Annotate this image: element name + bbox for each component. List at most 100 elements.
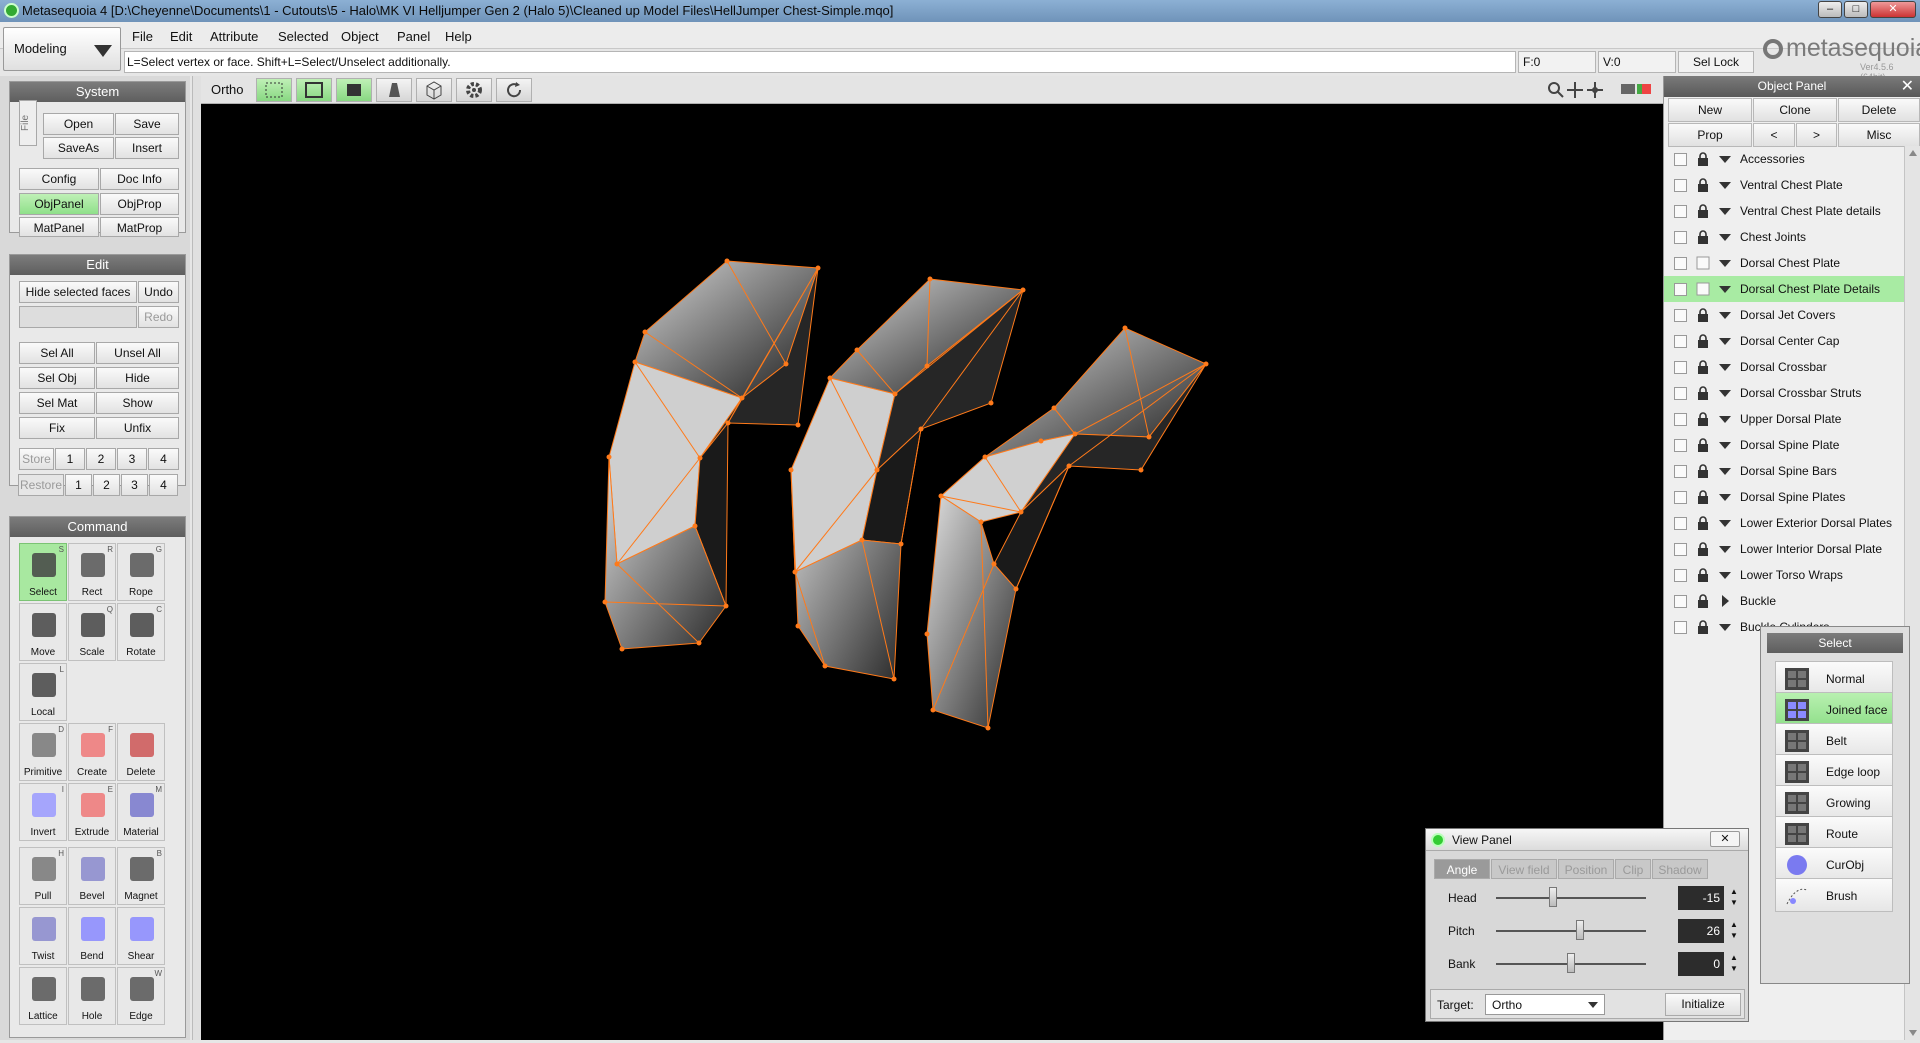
- bank-slider-thumb[interactable]: [1567, 953, 1575, 973]
- matpanel-button[interactable]: MatPanel: [19, 217, 99, 237]
- minimize-button[interactable]: –: [1818, 1, 1842, 18]
- lock-icon[interactable]: [1695, 619, 1711, 635]
- visibility-checkbox[interactable]: [1674, 205, 1687, 218]
- menu-edit[interactable]: Edit: [170, 29, 192, 44]
- restore-3-button[interactable]: 3: [121, 474, 148, 496]
- vertex-mode-button[interactable]: [256, 78, 292, 102]
- scroll-up-icon[interactable]: [1909, 150, 1917, 156]
- show-button[interactable]: Show: [96, 392, 179, 414]
- tool-shear-button[interactable]: Shear: [117, 907, 165, 965]
- sel-all-button[interactable]: Sel All: [19, 342, 95, 364]
- chevron-down-icon[interactable]: [1719, 312, 1731, 319]
- tool-move-button[interactable]: Move: [19, 603, 67, 661]
- lock-icon[interactable]: [1695, 229, 1711, 245]
- select-mode-growing-button[interactable]: Growing: [1775, 785, 1893, 819]
- mode-select[interactable]: Modeling: [3, 27, 121, 71]
- visibility-checkbox[interactable]: [1674, 413, 1687, 426]
- hide-selected-faces-button[interactable]: Hide selected faces: [19, 281, 137, 303]
- maximize-button[interactable]: □: [1844, 1, 1868, 18]
- visibility-checkbox[interactable]: [1674, 569, 1687, 582]
- store-4-button[interactable]: 4: [148, 448, 179, 470]
- tool-hole-button[interactable]: Hole: [68, 967, 116, 1025]
- delete-object-button[interactable]: Delete: [1838, 98, 1920, 122]
- chevron-down-icon[interactable]: [1719, 468, 1731, 475]
- lock-icon[interactable]: [1695, 307, 1711, 323]
- chevron-down-icon[interactable]: [1719, 442, 1731, 449]
- tool-select-button[interactable]: Select S: [19, 543, 67, 601]
- visibility-checkbox[interactable]: [1674, 231, 1687, 244]
- spinner-arrows-icon[interactable]: ▲ ▼: [1728, 919, 1740, 943]
- select-mode-route-button[interactable]: Route: [1775, 816, 1893, 850]
- select-mode-joined-face-button[interactable]: Joined face: [1775, 692, 1893, 726]
- restore-4-button[interactable]: 4: [149, 474, 178, 496]
- scroll-down-icon[interactable]: [1909, 1030, 1917, 1036]
- chevron-down-icon[interactable]: [1719, 208, 1731, 215]
- visibility-checkbox[interactable]: [1674, 621, 1687, 634]
- lock-icon[interactable]: [1695, 151, 1711, 167]
- tool-twist-button[interactable]: Twist: [19, 907, 67, 965]
- menu-panel[interactable]: Panel: [397, 29, 430, 44]
- lock-icon[interactable]: [1695, 567, 1711, 583]
- chevron-down-icon[interactable]: [1719, 234, 1731, 241]
- misc-button[interactable]: Misc: [1838, 123, 1920, 147]
- projection-label[interactable]: Ortho: [211, 82, 244, 97]
- object-row[interactable]: Lower Exterior Dorsal Plates: [1664, 510, 1907, 536]
- tool-pull-button[interactable]: Pull H: [19, 847, 67, 905]
- tool-magnet-button[interactable]: Magnet B: [117, 847, 165, 905]
- tool-material-button[interactable]: Material M: [117, 783, 165, 841]
- chevron-down-icon[interactable]: [1719, 416, 1731, 423]
- tool-invert-button[interactable]: Invert I: [19, 783, 67, 841]
- tool-extrude-button[interactable]: Extrude E: [68, 783, 116, 841]
- left-panel-scrollbar[interactable]: [192, 76, 201, 1040]
- objpanel-button[interactable]: ObjPanel: [19, 193, 99, 215]
- chevron-down-icon[interactable]: [1719, 572, 1731, 579]
- tab-view-field[interactable]: View field: [1491, 859, 1557, 879]
- bank-value-field[interactable]: 0: [1678, 952, 1724, 976]
- chevron-down-icon[interactable]: [1719, 182, 1731, 189]
- doc-info-button[interactable]: Doc Info: [100, 168, 179, 190]
- object-row[interactable]: Dorsal Spine Plate: [1664, 432, 1907, 458]
- chevron-down-icon[interactable]: [1719, 520, 1731, 527]
- lock-icon[interactable]: [1695, 437, 1711, 453]
- store-1-button[interactable]: 1: [55, 448, 85, 470]
- tool-local-button[interactable]: Local L: [19, 663, 67, 721]
- head-slider-track[interactable]: [1496, 897, 1646, 899]
- chevron-down-icon[interactable]: [1719, 546, 1731, 553]
- sel-lock-button[interactable]: Sel Lock: [1678, 51, 1754, 73]
- lock-icon[interactable]: [1695, 385, 1711, 401]
- chevron-down-icon[interactable]: [1719, 156, 1731, 163]
- chevron-down-icon[interactable]: [1719, 494, 1731, 501]
- lock-icon[interactable]: [1695, 359, 1711, 375]
- chevron-down-icon[interactable]: [1719, 364, 1731, 371]
- tool-create-button[interactable]: Create F: [68, 723, 116, 781]
- tool-scale-button[interactable]: Scale Q: [68, 603, 116, 661]
- chevron-down-icon[interactable]: [1719, 260, 1731, 267]
- close-icon[interactable]: ✕: [1710, 831, 1740, 847]
- pitch-value-field[interactable]: 26: [1678, 919, 1724, 943]
- clone-object-button[interactable]: Clone: [1753, 98, 1837, 122]
- tool-lattice-button[interactable]: Lattice: [19, 967, 67, 1025]
- visibility-checkbox[interactable]: [1674, 257, 1687, 270]
- visibility-checkbox[interactable]: [1674, 595, 1687, 608]
- open-button[interactable]: Open: [43, 113, 114, 135]
- close-icon[interactable]: ✕: [1901, 76, 1914, 97]
- object-row[interactable]: Dorsal Spine Plates: [1664, 484, 1907, 510]
- tab-angle[interactable]: Angle: [1434, 859, 1490, 879]
- save-button[interactable]: Save: [115, 113, 179, 135]
- wireframe-button[interactable]: [416, 78, 452, 102]
- tool-rope-button[interactable]: Rope G: [117, 543, 165, 601]
- restore-1-button[interactable]: 1: [65, 474, 92, 496]
- visibility-checkbox[interactable]: [1674, 283, 1687, 296]
- lock-icon[interactable]: [1695, 515, 1711, 531]
- select-mode-edge-loop-button[interactable]: Edge loop: [1775, 754, 1893, 788]
- unlock-icon[interactable]: [1695, 281, 1711, 297]
- saveas-button[interactable]: SaveAs: [43, 137, 114, 159]
- visibility-checkbox[interactable]: [1674, 309, 1687, 322]
- move-down-button[interactable]: >: [1796, 123, 1837, 147]
- menu-attribute[interactable]: Attribute: [210, 29, 258, 44]
- chevron-down-icon[interactable]: [1719, 338, 1731, 345]
- new-object-button[interactable]: New: [1668, 98, 1752, 122]
- edge-mode-button[interactable]: [296, 78, 332, 102]
- lock-icon[interactable]: [1695, 593, 1711, 609]
- unfix-button[interactable]: Unfix: [96, 417, 179, 439]
